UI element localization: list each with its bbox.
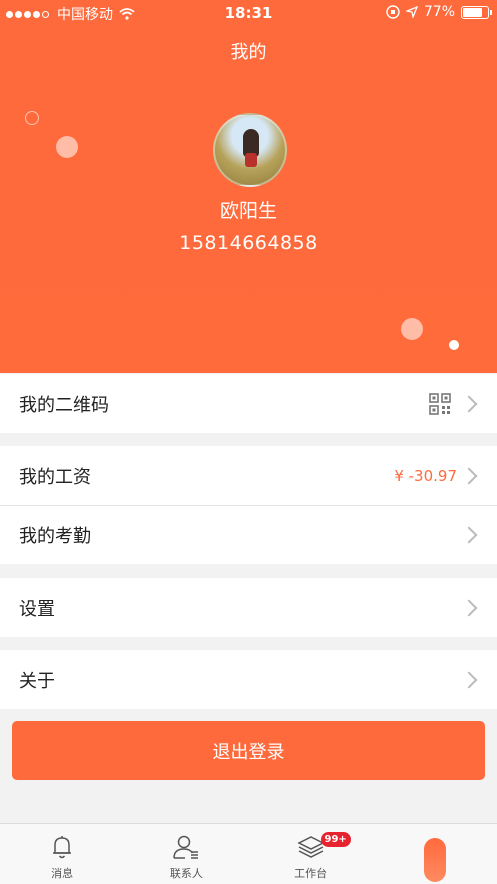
menu-group-salary: 我的工资 ¥ -30.97 我的考勤 bbox=[0, 446, 497, 564]
profile-header: 中国移动 18:31 77% 我的 欧阳生 15814664858 bbox=[0, 0, 497, 373]
avatar[interactable] bbox=[213, 113, 287, 187]
orientation-lock-icon bbox=[386, 5, 400, 19]
decor-dot bbox=[449, 340, 459, 350]
status-right: 77% bbox=[386, 4, 492, 20]
contacts-icon bbox=[173, 835, 199, 859]
tab-bar: 消息 联系人 工作台 99+ bbox=[0, 823, 497, 884]
logout-button[interactable]: 退出登录 bbox=[12, 721, 485, 780]
battery-icon bbox=[461, 5, 492, 19]
salary-label: 我的工资 bbox=[19, 466, 91, 488]
decor-ring bbox=[25, 111, 39, 125]
page-title: 我的 bbox=[230, 42, 267, 63]
phone-number: 15814664858 bbox=[179, 232, 318, 254]
qrcode-label: 我的二维码 bbox=[19, 394, 109, 416]
tab-messages[interactable]: 消息 bbox=[0, 824, 124, 884]
battery-percent: 77% bbox=[423, 4, 455, 20]
chevron-right-icon bbox=[460, 599, 478, 616]
chevron-right-icon bbox=[460, 526, 478, 544]
qrcode-row[interactable]: 我的二维码 bbox=[0, 374, 497, 433]
bell-icon bbox=[53, 836, 72, 859]
decor-dot bbox=[401, 318, 423, 340]
status-bar: 中国移动 18:31 77% bbox=[0, 0, 497, 26]
tab-messages-label: 消息 bbox=[51, 867, 74, 880]
chevron-right-icon bbox=[460, 395, 478, 412]
chevron-right-icon bbox=[460, 467, 478, 484]
location-icon bbox=[405, 6, 418, 18]
menu-group-qrcode: 我的二维码 bbox=[0, 374, 497, 433]
about-row[interactable]: 关于 bbox=[0, 650, 497, 709]
chevron-right-icon bbox=[460, 671, 478, 688]
qrcode-icon bbox=[429, 392, 451, 415]
menu-group-about: 关于 bbox=[0, 650, 497, 709]
tab-contacts[interactable]: 联系人 bbox=[124, 824, 248, 884]
avatar-figure-detail bbox=[245, 153, 257, 167]
workbench-badge: 99+ bbox=[320, 832, 351, 847]
attendance-row[interactable]: 我的考勤 bbox=[0, 505, 497, 564]
settings-row[interactable]: 设置 bbox=[0, 578, 497, 637]
about-label: 关于 bbox=[19, 670, 55, 692]
tab-contacts-label: 联系人 bbox=[169, 867, 203, 880]
menu-group-settings: 设置 bbox=[0, 578, 497, 637]
me-tab-indicator-icon bbox=[423, 838, 446, 882]
tab-workbench-label: 工作台 bbox=[294, 867, 328, 880]
settings-label: 设置 bbox=[19, 598, 55, 620]
username: 欧阳生 bbox=[219, 200, 277, 222]
salary-row[interactable]: 我的工资 ¥ -30.97 bbox=[0, 446, 497, 505]
tab-workbench[interactable]: 工作台 99+ bbox=[249, 824, 373, 884]
decor-dot bbox=[56, 136, 78, 158]
tab-me[interactable] bbox=[373, 824, 497, 884]
salary-value: ¥ -30.97 bbox=[394, 466, 457, 485]
attendance-label: 我的考勤 bbox=[19, 526, 91, 547]
